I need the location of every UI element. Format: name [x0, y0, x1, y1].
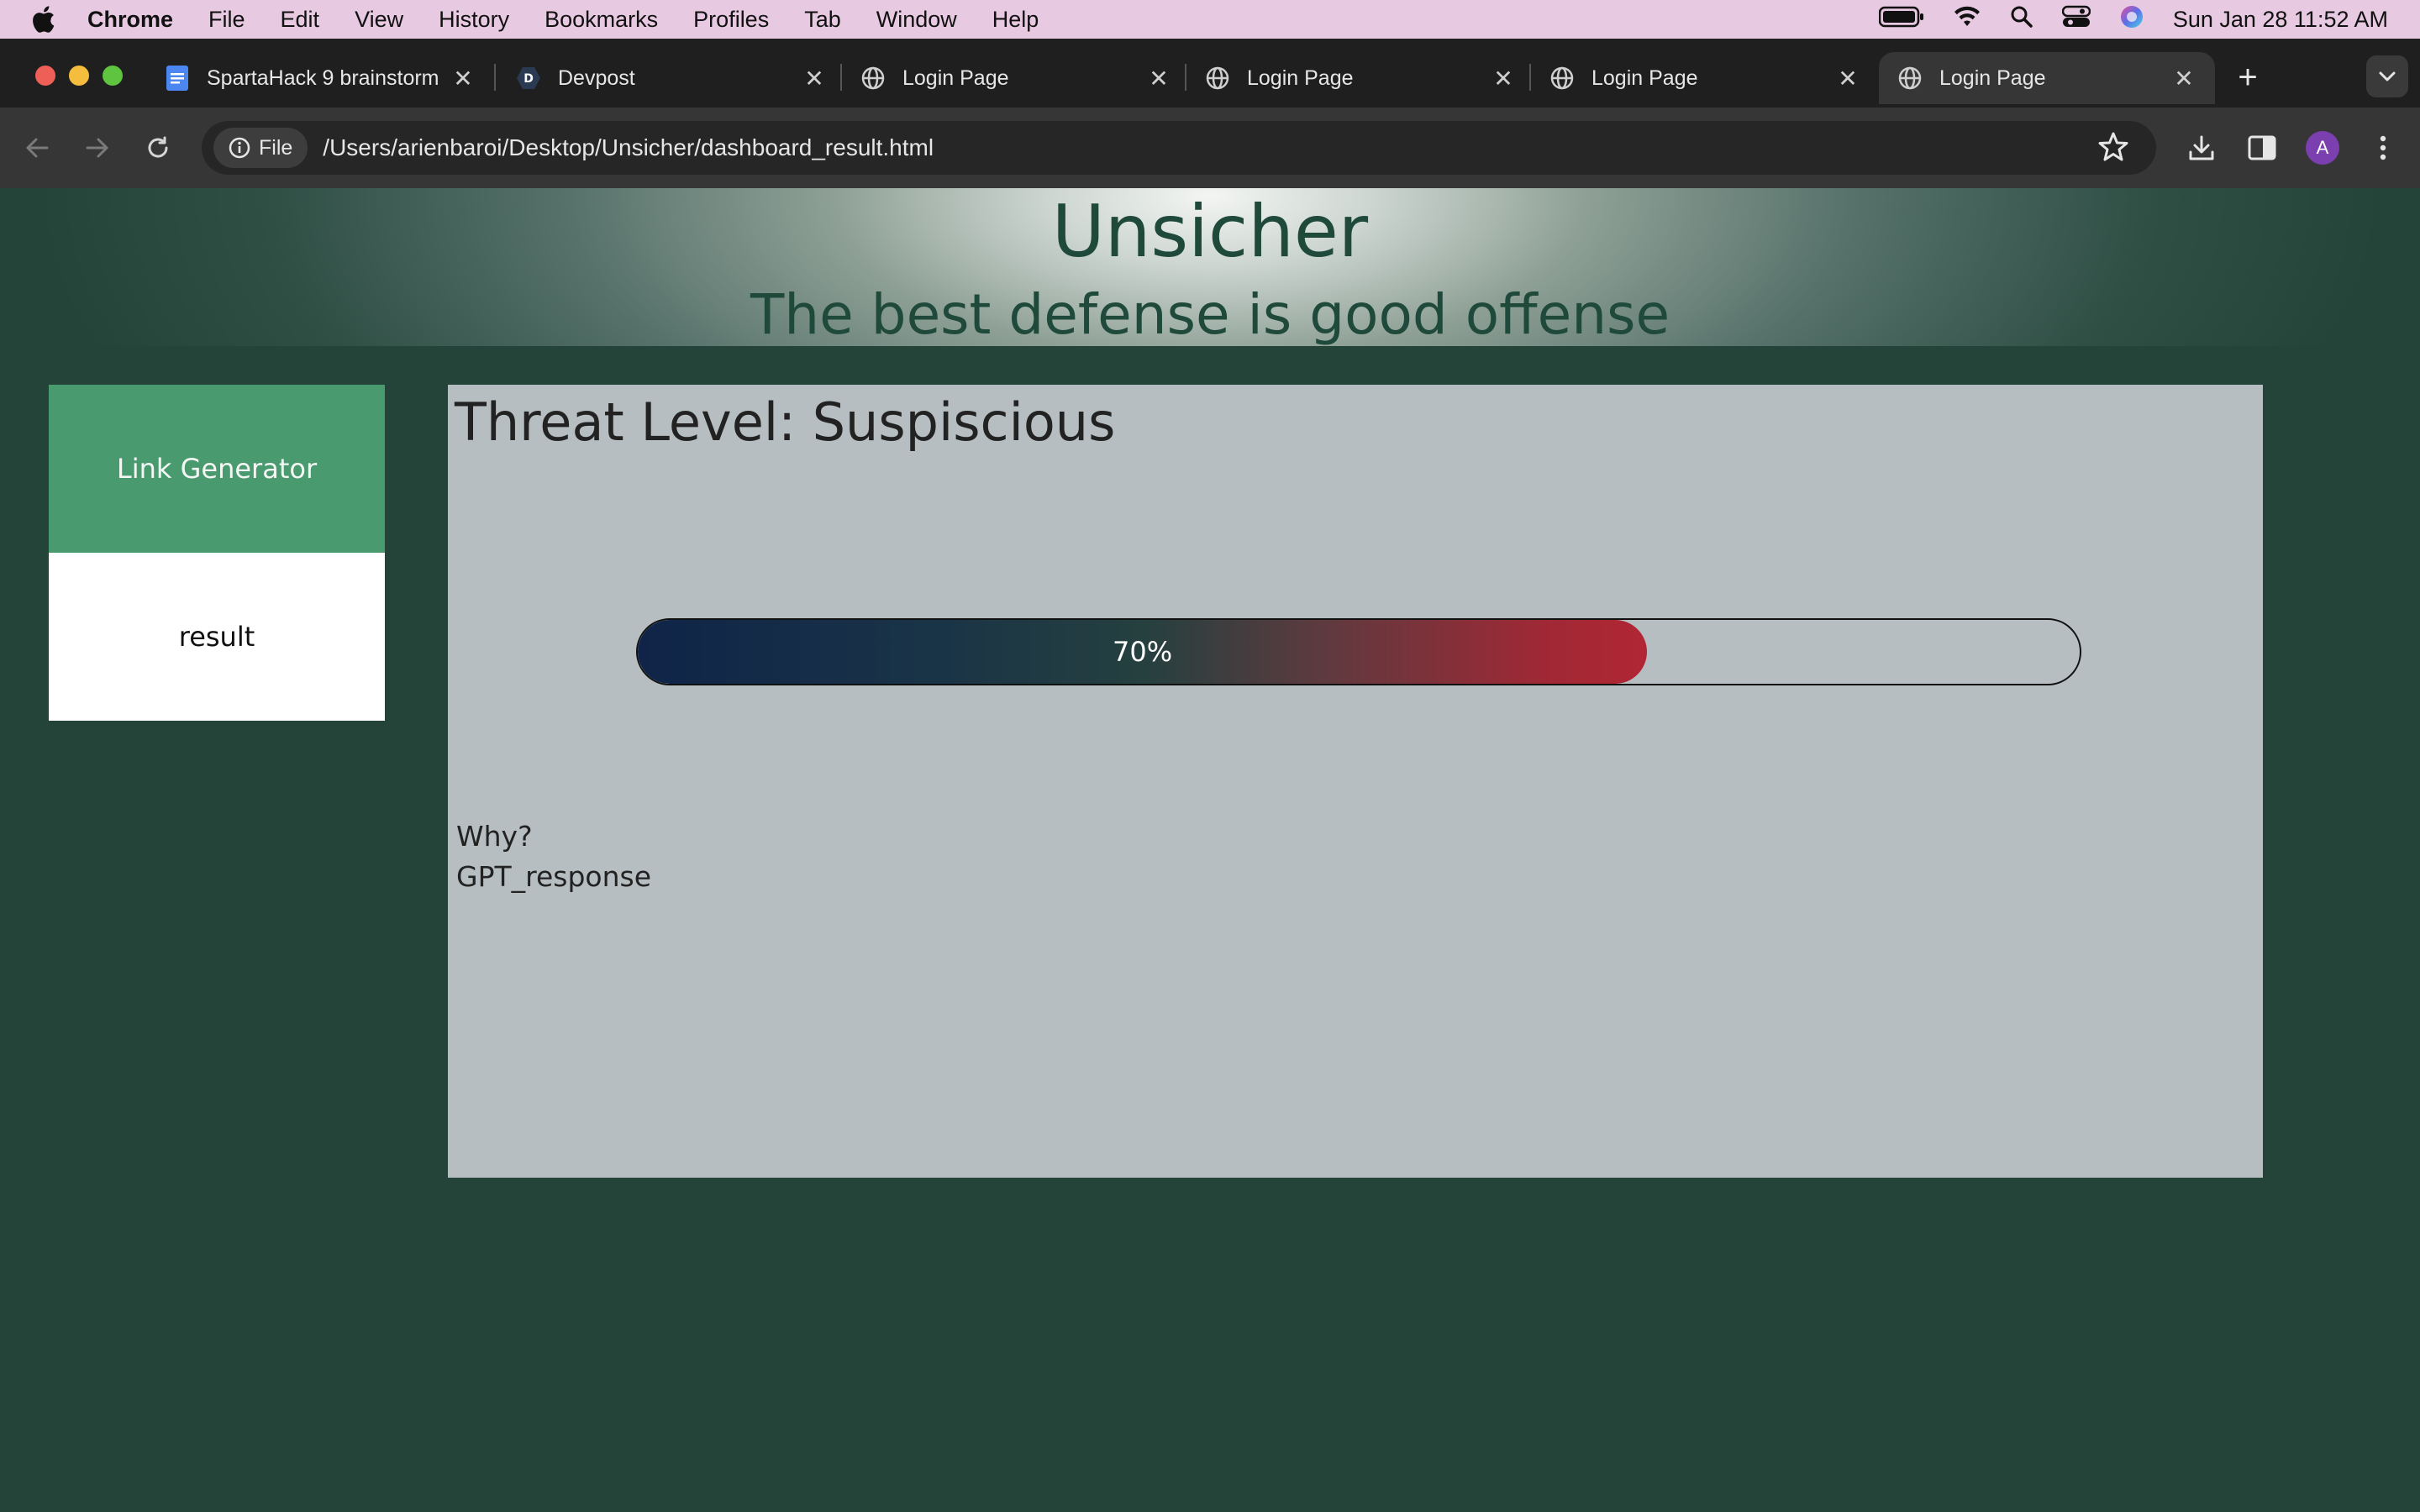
address-bar[interactable]: File /Users/arienbaroi/Desktop/Unsicher/… — [202, 121, 2156, 175]
threat-progress-bar: 70% — [636, 618, 2081, 685]
tab-close-icon[interactable]: ✕ — [450, 66, 476, 92]
tab-title: Login Page — [902, 66, 1009, 90]
tab-login-page-1[interactable]: Login Page ✕ — [860, 52, 1171, 104]
site-info-label: File — [259, 135, 293, 160]
window-minimize-button[interactable] — [69, 66, 89, 86]
globe-icon — [1205, 66, 1230, 91]
menu-help[interactable]: Help — [992, 7, 1039, 33]
globe-icon — [1549, 66, 1575, 91]
macos-menubar: Chrome File Edit View History Bookmarks … — [0, 0, 2420, 39]
gpt-response-text: GPT_response — [456, 860, 652, 893]
menu-tab[interactable]: Tab — [804, 7, 841, 33]
tab-login-page-2[interactable]: Login Page ✕ — [1205, 52, 1516, 104]
tab-close-icon[interactable]: ✕ — [802, 66, 827, 92]
site-title: Unsicher — [1051, 190, 1369, 274]
download-icon[interactable] — [2185, 131, 2218, 165]
tab-login-page-3[interactable]: Login Page ✕ — [1549, 52, 1860, 104]
tab-separator — [494, 64, 496, 91]
tab-close-icon[interactable]: ✕ — [1146, 66, 1171, 92]
tab-spartahack-brainstorm[interactable]: SpartaHack 9 brainstorm ✕ — [165, 52, 476, 104]
url-text[interactable]: /Users/arienbaroi/Desktop/Unsicher/dashb… — [323, 134, 934, 161]
site-tagline: The best defense is good offense — [750, 282, 1670, 347]
tab-title: Login Page — [1591, 66, 1698, 90]
globe-icon — [860, 66, 886, 91]
forward-arrow-icon[interactable] — [81, 131, 114, 165]
tab-devpost[interactable]: D Devpost ✕ — [516, 52, 827, 104]
wifi-icon[interactable] — [1953, 6, 1981, 34]
tab-close-icon[interactable]: ✕ — [1491, 66, 1516, 92]
threat-level-heading: Threat Level: Suspiscious — [455, 391, 1116, 453]
profile-avatar[interactable]: A — [2306, 131, 2339, 165]
more-menu-icon[interactable] — [2366, 131, 2400, 165]
tab-separator — [1185, 64, 1186, 91]
menu-window[interactable]: Window — [876, 7, 957, 33]
apple-icon[interactable] — [30, 5, 59, 34]
tab-login-page-active[interactable]: Login Page ✕ — [1879, 52, 2215, 104]
tab-separator — [840, 64, 842, 91]
tab-title: SpartaHack 9 brainstorm — [207, 66, 439, 90]
menu-edit[interactable]: Edit — [281, 7, 320, 33]
side-panel-icon[interactable] — [2245, 131, 2279, 165]
siri-icon[interactable] — [2119, 4, 2144, 35]
svg-text:D: D — [523, 72, 534, 86]
sidebar-nav: Link Generator result — [49, 385, 385, 721]
threat-progress-label: 70% — [1113, 636, 1173, 668]
tab-close-icon[interactable]: ✕ — [2171, 66, 2196, 92]
window-close-button[interactable] — [35, 66, 55, 86]
menubar-app-name[interactable]: Chrome — [87, 7, 173, 33]
menu-view[interactable]: View — [355, 7, 403, 33]
tab-close-icon[interactable]: ✕ — [1835, 66, 1860, 92]
battery-icon[interactable] — [1878, 6, 1924, 34]
tab-title: Login Page — [1939, 66, 2046, 90]
devpost-icon: D — [516, 66, 541, 91]
back-arrow-icon[interactable] — [20, 131, 54, 165]
sidebar-item-link-generator[interactable]: Link Generator — [49, 385, 385, 553]
menubar-status-area: Sun Jan 28 11:52 AM — [1878, 0, 2388, 39]
menu-bookmarks[interactable]: Bookmarks — [544, 7, 658, 33]
menu-profiles[interactable]: Profiles — [693, 7, 769, 33]
sidebar-item-result[interactable]: result — [49, 553, 385, 721]
menubar-clock[interactable]: Sun Jan 28 11:52 AM — [2173, 7, 2388, 33]
why-label: Why? — [456, 820, 533, 853]
globe-icon — [1897, 66, 1923, 91]
spotlight-search-icon[interactable] — [2010, 5, 2033, 34]
web-page: Unsicher The best defense is good offens… — [0, 188, 2420, 1512]
site-header: Unsicher The best defense is good offens… — [0, 188, 2420, 347]
new-tab-plus-icon[interactable]: + — [2231, 59, 2265, 96]
reload-icon[interactable] — [141, 131, 175, 165]
menu-file[interactable]: File — [208, 7, 245, 33]
control-center-icon[interactable] — [2061, 5, 2091, 34]
info-icon — [229, 137, 250, 159]
window-zoom-button[interactable] — [103, 66, 123, 86]
menu-history[interactable]: History — [439, 7, 509, 33]
result-panel: Threat Level: Suspiscious 70% Why? GPT_r… — [448, 385, 2263, 1178]
google-docs-icon — [165, 66, 190, 91]
tab-search-chevron-icon[interactable] — [2366, 55, 2408, 97]
tab-title: Devpost — [558, 66, 635, 90]
tab-title: Login Page — [1247, 66, 1354, 90]
bookmark-star-icon[interactable] — [2097, 131, 2129, 167]
site-info-chip[interactable]: File — [213, 128, 308, 168]
tab-separator — [1529, 64, 1531, 91]
